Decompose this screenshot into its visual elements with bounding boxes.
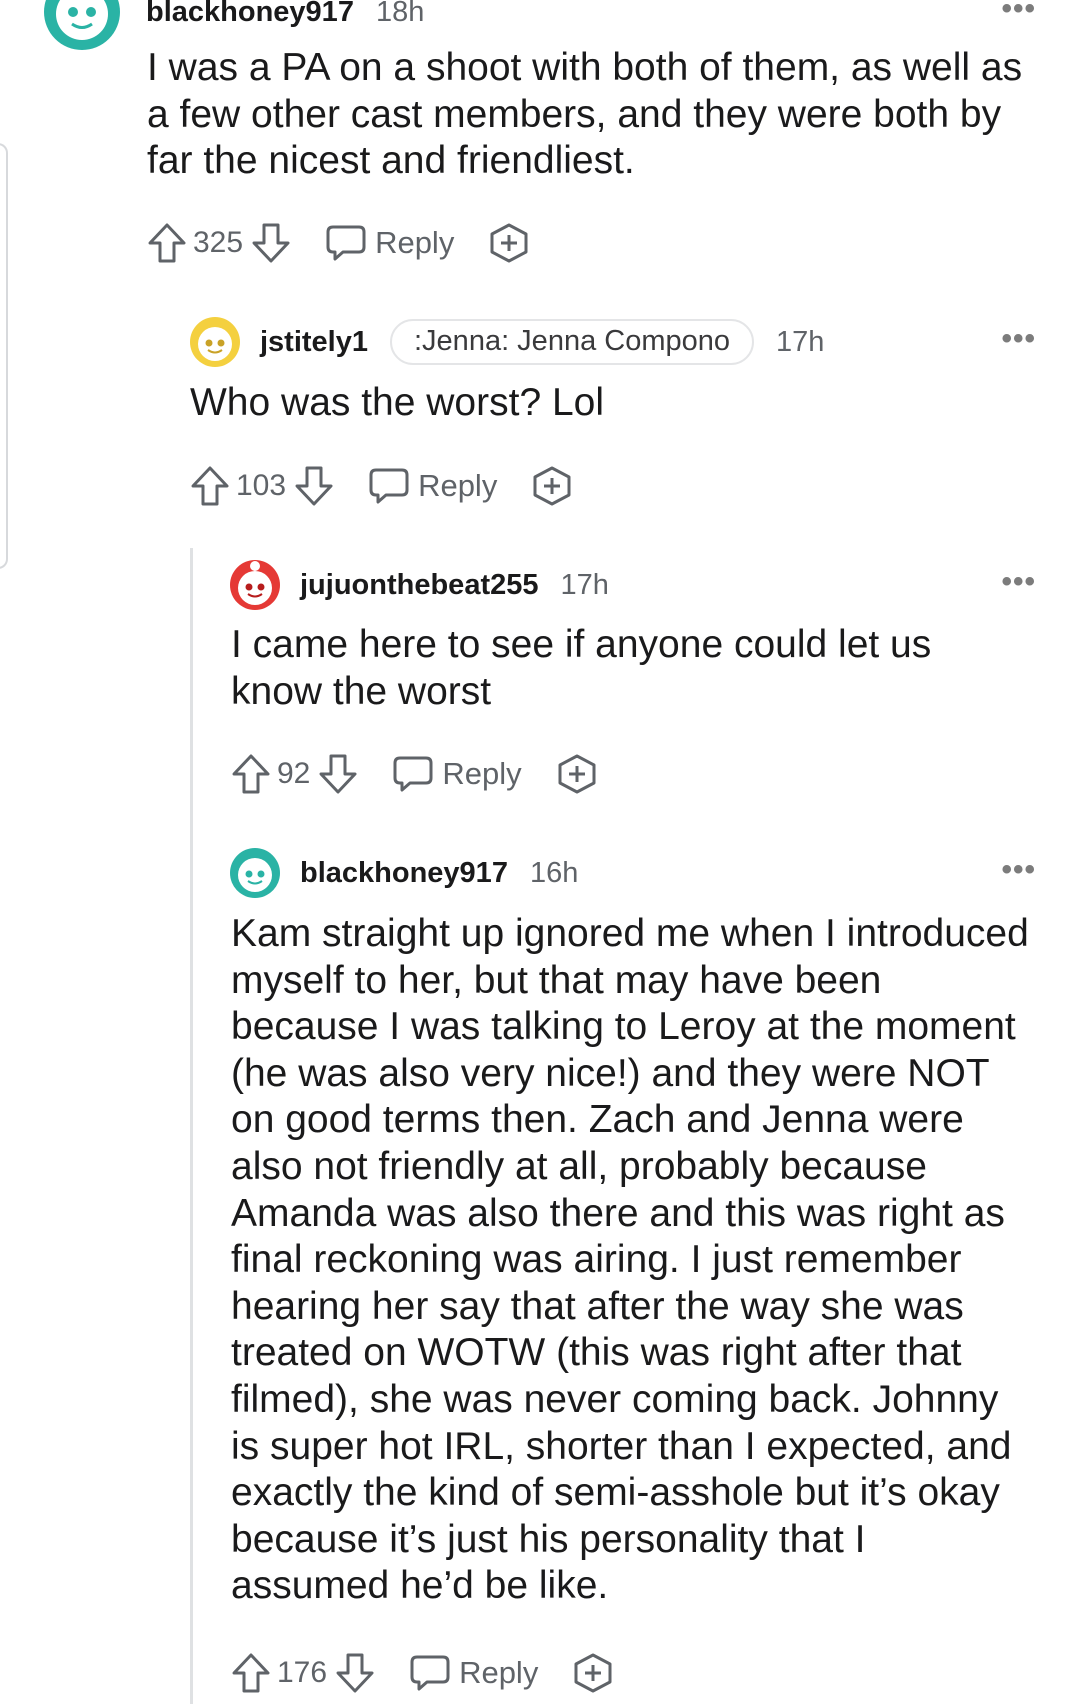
reply-label: Reply [442,756,522,791]
more-options-icon[interactable]: ••• [1001,853,1036,887]
timestamp: 17h [560,568,609,601]
vote-count: 103 [236,469,287,502]
comment-actions: 176 Reply [231,1649,614,1697]
username[interactable]: blackhoney917 [300,857,508,890]
scroll-handle[interactable] [0,143,8,569]
comment-body: Kam straight up ignored me when I introd… [231,912,1029,1608]
vote-count: 325 [193,226,244,259]
username[interactable]: blackhoney917 [146,0,354,29]
timestamp: 17h [776,325,825,358]
downvote-icon[interactable] [318,753,358,795]
username[interactable]: jujuonthebeat255 [300,569,539,602]
more-options-icon[interactable]: ••• [1001,0,1036,26]
comment-header: blackhoney917 16h [230,848,579,898]
reply-button[interactable]: Reply [409,1653,538,1693]
reply-icon [325,223,367,263]
comment-actions: 92 Reply [231,750,598,798]
timestamp: 18h [375,0,425,28]
comment-actions: 103 Reply [190,462,573,510]
upvote-icon[interactable] [190,465,230,507]
reply-label: Reply [459,1655,539,1690]
upvote-icon[interactable] [147,222,187,264]
comment-body: I came here to see if anyone could let u… [231,623,932,713]
comment-header: jstitely1 :Jenna: Jenna Compono 17h [190,317,825,367]
reply-label: Reply [375,225,455,260]
comment-header: blackhoney917 18h [44,0,425,50]
reply-button[interactable]: Reply [368,466,497,506]
comment-body: I was a PA on a shoot with both of them,… [147,46,1023,183]
reply-button[interactable]: Reply [325,223,454,263]
avatar[interactable] [190,317,240,367]
avatar[interactable] [44,0,120,50]
comment-actions: 325 Reply [147,219,530,267]
thread-line [190,548,193,1704]
upvote-icon[interactable] [231,753,271,795]
vote-count: 176 [277,1656,328,1689]
award-icon[interactable] [488,222,530,264]
reply-label: Reply [418,468,498,503]
award-icon[interactable] [556,753,598,795]
downvote-icon[interactable] [251,222,291,264]
downvote-icon[interactable] [294,465,334,507]
award-icon[interactable] [572,1652,614,1694]
comment-body: Who was the worst? Lol [190,381,605,424]
avatar[interactable] [230,848,280,898]
timestamp: 16h [529,856,579,889]
reply-icon [392,754,434,794]
username[interactable]: jstitely1 [260,326,368,359]
more-options-icon[interactable]: ••• [1001,322,1036,356]
reply-icon [368,466,410,506]
downvote-icon[interactable] [335,1652,375,1694]
vote-count: 92 [277,757,311,790]
reply-button[interactable]: Reply [392,754,522,794]
award-icon[interactable] [531,465,573,507]
reply-icon [409,1653,451,1693]
upvote-icon[interactable] [231,1652,271,1694]
user-flair: :Jenna: Jenna Compono [390,319,754,365]
avatar[interactable] [230,560,280,610]
comment-header: jujuonthebeat255 17h [230,560,609,610]
more-options-icon[interactable]: ••• [1001,565,1036,599]
